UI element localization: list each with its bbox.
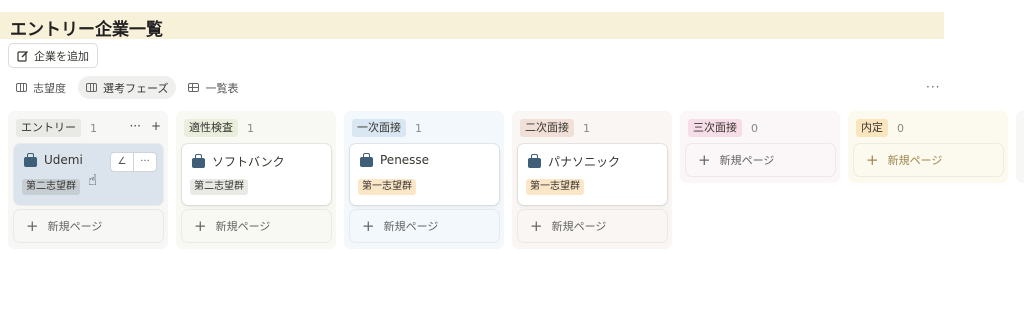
tab-senko-phase[interactable]: 選考フェーズ <box>78 76 177 99</box>
column-count: 1 <box>247 121 254 135</box>
plus-icon: + <box>530 216 543 235</box>
priority-tag: 第二志望群 <box>22 179 80 195</box>
card-title: Penesse <box>380 153 430 167</box>
new-page-label: 新規ページ <box>383 220 439 233</box>
new-page-button[interactable]: + 新規ページ <box>182 210 331 242</box>
briefcase-icon <box>528 154 541 168</box>
board-column-aptitude: 適性検査 1 ソフトバンク 第二志望群 + 新規ページ <box>176 111 336 249</box>
board-column-second-interview: 二次面接 1 パナソニック 第一志望群 + 新規ページ <box>512 111 672 249</box>
card-penesse[interactable]: Penesse 第一志望群 <box>350 144 499 205</box>
board-column-partial <box>1016 111 1024 183</box>
card-title: パナソニック <box>548 155 621 169</box>
card-toolbar: ∠ ··· <box>110 152 157 172</box>
plus-icon: + <box>194 216 207 235</box>
new-page-label: 新規ページ <box>47 220 103 233</box>
card-title: Udemi <box>44 153 83 167</box>
plus-icon: + <box>362 216 375 235</box>
board-column-third-interview: 三次面接 0 + 新規ページ <box>680 111 840 183</box>
column-count: 1 <box>90 121 97 135</box>
tab-label: 志望度 <box>33 81 66 95</box>
tab-ichiranhyo[interactable]: 一覧表 <box>180 76 246 99</box>
column-tag: 三次面接 <box>688 119 742 137</box>
board-column-first-interview: 一次面接 1 Penesse 第一志望群 + 新規ページ <box>344 111 504 249</box>
new-page-label: 新規ページ <box>215 220 271 233</box>
column-add-icon[interactable]: + <box>151 119 161 133</box>
column-tag: 適性検査 <box>184 119 238 137</box>
briefcase-icon <box>360 152 373 167</box>
new-page-label: 新規ページ <box>551 220 607 233</box>
view-tabs: 志望度 選考フェーズ 一覧表 <box>8 76 246 99</box>
plus-icon: + <box>26 216 39 235</box>
column-count: 1 <box>583 121 590 135</box>
plus-icon: + <box>866 150 879 169</box>
column-tag: 内定 <box>856 119 888 137</box>
new-page-button[interactable]: + 新規ページ <box>518 210 667 242</box>
plus-icon: + <box>698 150 711 169</box>
tab-label: 選考フェーズ <box>103 81 169 95</box>
new-page-button[interactable]: + 新規ページ <box>854 144 1003 176</box>
table-icon <box>188 83 200 92</box>
board-icon <box>86 83 97 92</box>
briefcase-icon <box>24 152 37 167</box>
priority-tag: 第二志望群 <box>190 179 248 195</box>
new-page-button[interactable]: + 新規ページ <box>686 144 835 176</box>
board-column-offer: 内定 0 + 新規ページ <box>848 111 1008 183</box>
tab-shiboudo[interactable]: 志望度 <box>8 76 74 99</box>
column-tag: 二次面接 <box>520 119 574 137</box>
edit-icon[interactable]: ∠ <box>111 153 133 171</box>
priority-tag: 第一志望群 <box>358 179 416 195</box>
more-icon[interactable]: ··· <box>133 153 156 171</box>
new-page-label: 新規ページ <box>719 154 775 167</box>
edit-icon <box>17 50 28 62</box>
briefcase-icon <box>192 154 205 168</box>
new-page-label: 新規ページ <box>887 154 943 167</box>
column-tag: エントリー <box>16 119 81 137</box>
board-icon <box>16 83 27 92</box>
hand-cursor-icon: ☝ <box>88 171 98 189</box>
add-company-button[interactable]: 企業を追加 <box>8 43 98 68</box>
new-page-button[interactable]: + 新規ページ <box>350 210 499 242</box>
add-company-label: 企業を追加 <box>34 49 89 63</box>
new-page-button[interactable]: + 新規ページ <box>14 210 163 242</box>
column-count: 0 <box>897 121 904 135</box>
card-panasonic[interactable]: パナソニック 第一志望群 <box>518 144 667 205</box>
column-count: 1 <box>415 121 422 135</box>
column-count: 0 <box>751 121 758 135</box>
column-more-icon[interactable]: ··· <box>129 119 140 133</box>
card-title: ソフトバンク <box>212 155 285 169</box>
tab-label: 一覧表 <box>205 81 239 95</box>
priority-tag: 第一志望群 <box>526 179 584 195</box>
more-options-icon[interactable]: ··· <box>926 80 940 94</box>
page-title: エントリー企業一覧 <box>10 20 163 40</box>
column-tag: 一次面接 <box>352 119 406 137</box>
card-softbank[interactable]: ソフトバンク 第二志望群 <box>182 144 331 205</box>
